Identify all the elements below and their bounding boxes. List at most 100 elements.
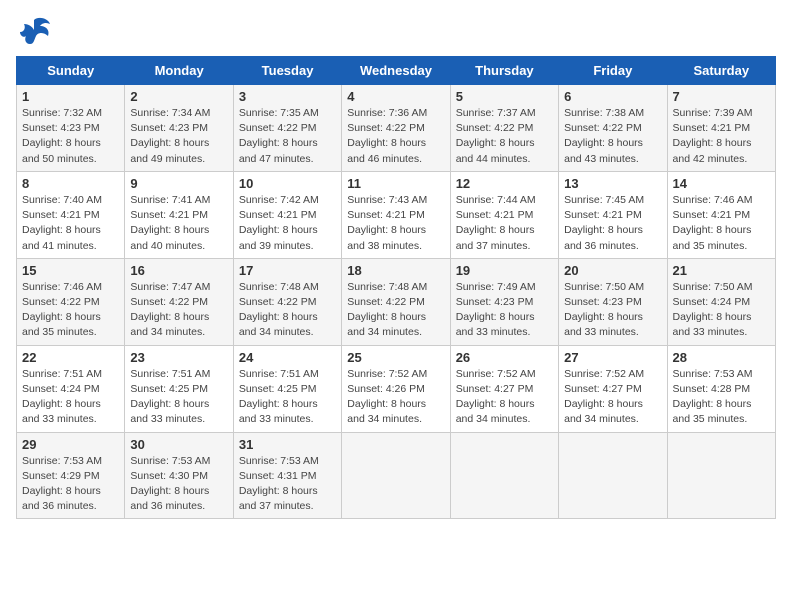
calendar-body: 1 Sunrise: 7:32 AM Sunset: 4:23 PM Daylig…: [17, 85, 776, 519]
calendar-day-cell: 12 Sunrise: 7:44 AM Sunset: 4:21 PM Dayli…: [450, 171, 558, 258]
day-number: 20: [564, 263, 661, 278]
day-info: Sunrise: 7:35 AM Sunset: 4:22 PM Dayligh…: [239, 106, 336, 167]
day-number: 11: [347, 176, 444, 191]
calendar-week-row: 8 Sunrise: 7:40 AM Sunset: 4:21 PM Daylig…: [17, 171, 776, 258]
day-number: 13: [564, 176, 661, 191]
day-number: 1: [22, 89, 119, 104]
calendar-day-cell: 13 Sunrise: 7:45 AM Sunset: 4:21 PM Dayli…: [559, 171, 667, 258]
day-info: Sunrise: 7:50 AM Sunset: 4:24 PM Dayligh…: [673, 280, 770, 341]
day-info: Sunrise: 7:51 AM Sunset: 4:25 PM Dayligh…: [239, 367, 336, 428]
calendar-day-cell: 6 Sunrise: 7:38 AM Sunset: 4:22 PM Daylig…: [559, 85, 667, 172]
day-number: 24: [239, 350, 336, 365]
calendar-day-cell: 2 Sunrise: 7:34 AM Sunset: 4:23 PM Daylig…: [125, 85, 233, 172]
day-number: 23: [130, 350, 227, 365]
day-info: Sunrise: 7:37 AM Sunset: 4:22 PM Dayligh…: [456, 106, 553, 167]
day-info: Sunrise: 7:40 AM Sunset: 4:21 PM Dayligh…: [22, 193, 119, 254]
day-info: Sunrise: 7:47 AM Sunset: 4:22 PM Dayligh…: [130, 280, 227, 341]
day-number: 19: [456, 263, 553, 278]
day-number: 21: [673, 263, 770, 278]
day-number: 28: [673, 350, 770, 365]
day-number: 25: [347, 350, 444, 365]
calendar-day-cell: 18 Sunrise: 7:48 AM Sunset: 4:22 PM Dayli…: [342, 258, 450, 345]
calendar-day-cell: [667, 432, 775, 519]
day-number: 12: [456, 176, 553, 191]
weekday-header: Friday: [559, 57, 667, 85]
day-info: Sunrise: 7:36 AM Sunset: 4:22 PM Dayligh…: [347, 106, 444, 167]
day-number: 22: [22, 350, 119, 365]
calendar-day-cell: 19 Sunrise: 7:49 AM Sunset: 4:23 PM Dayli…: [450, 258, 558, 345]
calendar-week-row: 15Sunrise: 7:46 AM Sunset: 4:22 PM Dayli…: [17, 258, 776, 345]
calendar-day-cell: [342, 432, 450, 519]
day-number: 17: [239, 263, 336, 278]
calendar-day-cell: 31Sunrise: 7:53 AM Sunset: 4:31 PM Dayli…: [233, 432, 341, 519]
day-info: Sunrise: 7:46 AM Sunset: 4:21 PM Dayligh…: [673, 193, 770, 254]
day-number: 8: [22, 176, 119, 191]
calendar-day-cell: 9Sunrise: 7:41 AM Sunset: 4:21 PM Daylig…: [125, 171, 233, 258]
day-info: Sunrise: 7:48 AM Sunset: 4:22 PM Dayligh…: [239, 280, 336, 341]
calendar-day-cell: 30 Sunrise: 7:53 AM Sunset: 4:30 PM Dayli…: [125, 432, 233, 519]
weekday-header: Wednesday: [342, 57, 450, 85]
day-info: Sunrise: 7:51 AM Sunset: 4:25 PM Dayligh…: [130, 367, 227, 428]
calendar-day-cell: 15Sunrise: 7:46 AM Sunset: 4:22 PM Dayli…: [17, 258, 125, 345]
calendar-day-cell: 8 Sunrise: 7:40 AM Sunset: 4:21 PM Daylig…: [17, 171, 125, 258]
calendar-day-cell: 22Sunrise: 7:51 AM Sunset: 4:24 PM Dayli…: [17, 345, 125, 432]
day-info: Sunrise: 7:53 AM Sunset: 4:29 PM Dayligh…: [22, 454, 119, 515]
logo-bird-icon: [16, 16, 52, 46]
weekday-header: Saturday: [667, 57, 775, 85]
day-number: 30: [130, 437, 227, 452]
calendar-day-cell: 14 Sunrise: 7:46 AM Sunset: 4:21 PM Dayli…: [667, 171, 775, 258]
day-info: Sunrise: 7:50 AM Sunset: 4:23 PM Dayligh…: [564, 280, 661, 341]
day-info: Sunrise: 7:43 AM Sunset: 4:21 PM Dayligh…: [347, 193, 444, 254]
day-info: Sunrise: 7:52 AM Sunset: 4:26 PM Dayligh…: [347, 367, 444, 428]
calendar-day-cell: 17 Sunrise: 7:48 AM Sunset: 4:22 PM Dayli…: [233, 258, 341, 345]
day-number: 14: [673, 176, 770, 191]
weekday-header: Monday: [125, 57, 233, 85]
day-number: 29: [22, 437, 119, 452]
day-info: Sunrise: 7:34 AM Sunset: 4:23 PM Dayligh…: [130, 106, 227, 167]
calendar-day-cell: 26Sunrise: 7:52 AM Sunset: 4:27 PM Dayli…: [450, 345, 558, 432]
day-info: Sunrise: 7:41 AM Sunset: 4:21 PM Dayligh…: [130, 193, 227, 254]
weekday-header: Thursday: [450, 57, 558, 85]
day-number: 6: [564, 89, 661, 104]
calendar-week-row: 1 Sunrise: 7:32 AM Sunset: 4:23 PM Daylig…: [17, 85, 776, 172]
day-number: 5: [456, 89, 553, 104]
day-info: Sunrise: 7:44 AM Sunset: 4:21 PM Dayligh…: [456, 193, 553, 254]
calendar-day-cell: 24 Sunrise: 7:51 AM Sunset: 4:25 PM Dayli…: [233, 345, 341, 432]
day-info: Sunrise: 7:49 AM Sunset: 4:23 PM Dayligh…: [456, 280, 553, 341]
day-number: 10: [239, 176, 336, 191]
day-info: Sunrise: 7:53 AM Sunset: 4:30 PM Dayligh…: [130, 454, 227, 515]
day-info: Sunrise: 7:48 AM Sunset: 4:22 PM Dayligh…: [347, 280, 444, 341]
day-number: 27: [564, 350, 661, 365]
day-info: Sunrise: 7:45 AM Sunset: 4:21 PM Dayligh…: [564, 193, 661, 254]
calendar-day-cell: 21 Sunrise: 7:50 AM Sunset: 4:24 PM Dayli…: [667, 258, 775, 345]
calendar-day-cell: 4 Sunrise: 7:36 AM Sunset: 4:22 PM Daylig…: [342, 85, 450, 172]
calendar-day-cell: 16Sunrise: 7:47 AM Sunset: 4:22 PM Dayli…: [125, 258, 233, 345]
header-row: SundayMondayTuesdayWednesdayThursdayFrid…: [17, 57, 776, 85]
calendar-day-cell: 29 Sunrise: 7:53 AM Sunset: 4:29 PM Dayli…: [17, 432, 125, 519]
calendar-day-cell: 3Sunrise: 7:35 AM Sunset: 4:22 PM Daylig…: [233, 85, 341, 172]
calendar-day-cell: 1 Sunrise: 7:32 AM Sunset: 4:23 PM Daylig…: [17, 85, 125, 172]
weekday-header: Tuesday: [233, 57, 341, 85]
day-number: 18: [347, 263, 444, 278]
calendar-day-cell: [559, 432, 667, 519]
day-number: 31: [239, 437, 336, 452]
day-info: Sunrise: 7:52 AM Sunset: 4:27 PM Dayligh…: [564, 367, 661, 428]
day-info: Sunrise: 7:52 AM Sunset: 4:27 PM Dayligh…: [456, 367, 553, 428]
day-info: Sunrise: 7:32 AM Sunset: 4:23 PM Dayligh…: [22, 106, 119, 167]
calendar-day-cell: 27 Sunrise: 7:52 AM Sunset: 4:27 PM Dayli…: [559, 345, 667, 432]
calendar-week-row: 29 Sunrise: 7:53 AM Sunset: 4:29 PM Dayli…: [17, 432, 776, 519]
calendar-header: SundayMondayTuesdayWednesdayThursdayFrid…: [17, 57, 776, 85]
day-number: 2: [130, 89, 227, 104]
day-number: 15: [22, 263, 119, 278]
calendar-day-cell: 11 Sunrise: 7:43 AM Sunset: 4:21 PM Dayli…: [342, 171, 450, 258]
page-header: [16, 16, 776, 46]
day-info: Sunrise: 7:38 AM Sunset: 4:22 PM Dayligh…: [564, 106, 661, 167]
day-info: Sunrise: 7:42 AM Sunset: 4:21 PM Dayligh…: [239, 193, 336, 254]
calendar-day-cell: 28 Sunrise: 7:53 AM Sunset: 4:28 PM Dayli…: [667, 345, 775, 432]
calendar-day-cell: [450, 432, 558, 519]
calendar-day-cell: 20 Sunrise: 7:50 AM Sunset: 4:23 PM Dayli…: [559, 258, 667, 345]
calendar-day-cell: 10 Sunrise: 7:42 AM Sunset: 4:21 PM Dayli…: [233, 171, 341, 258]
calendar-day-cell: 7Sunrise: 7:39 AM Sunset: 4:21 PM Daylig…: [667, 85, 775, 172]
day-number: 4: [347, 89, 444, 104]
day-info: Sunrise: 7:53 AM Sunset: 4:28 PM Dayligh…: [673, 367, 770, 428]
